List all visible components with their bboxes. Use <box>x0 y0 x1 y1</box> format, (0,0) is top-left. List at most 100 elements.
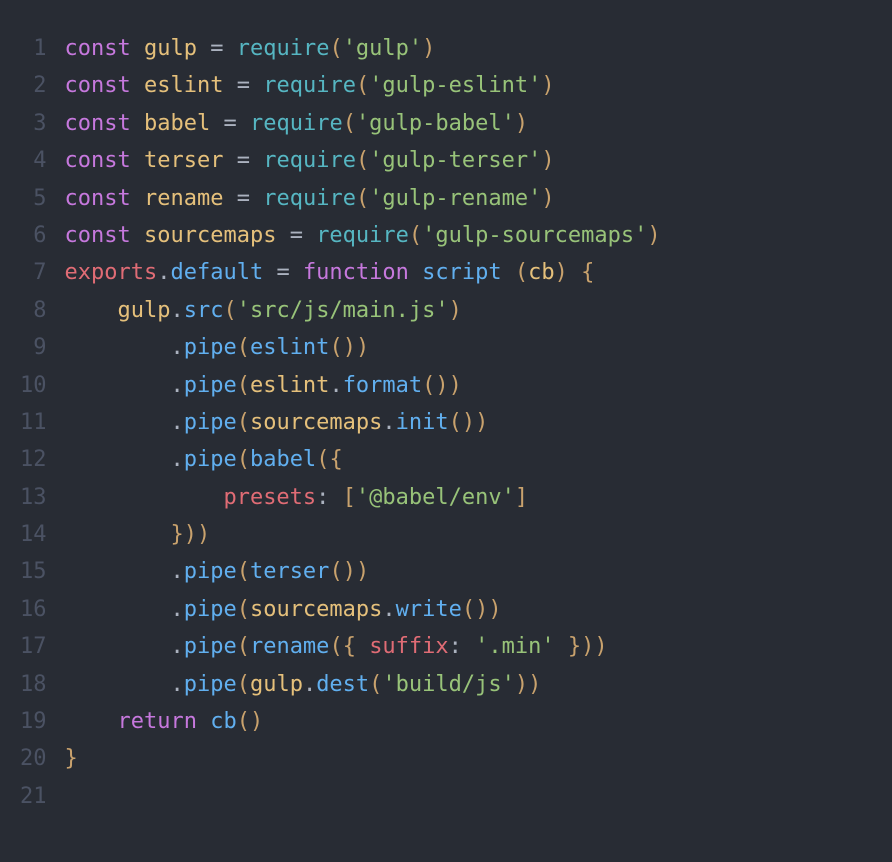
token-punct <box>250 73 263 98</box>
token-paren: ( <box>237 672 250 697</box>
code-line[interactable]: .pipe(sourcemaps.write()) <box>65 591 661 628</box>
token-punct <box>263 260 276 285</box>
token-punct <box>65 298 118 323</box>
token-punct <box>65 597 171 622</box>
code-line[interactable]: .pipe(rename({ suffix: '.min' })) <box>65 628 661 665</box>
code-line[interactable]: } <box>65 740 661 777</box>
code-line[interactable]: exports.default = function script (cb) { <box>65 254 661 291</box>
code-content[interactable]: const gulp = require('gulp')const eslint… <box>65 30 661 815</box>
token-punct <box>131 36 144 61</box>
token-var: terser <box>144 148 223 173</box>
token-paren: ) <box>184 522 197 547</box>
line-number: 21 <box>20 778 47 815</box>
token-kw: return <box>117 709 196 734</box>
token-op: = <box>290 223 303 248</box>
token-punct <box>131 148 144 173</box>
token-op: = <box>237 148 250 173</box>
code-line[interactable]: presets: ['@babel/env'] <box>65 479 661 516</box>
token-punct <box>223 73 236 98</box>
token-paren: ) <box>435 373 448 398</box>
token-punct <box>197 36 210 61</box>
line-number: 17 <box>20 628 47 665</box>
code-line[interactable]: .pipe(sourcemaps.init()) <box>65 404 661 441</box>
token-call: pipe <box>184 373 237 398</box>
token-punct: . <box>170 672 183 697</box>
token-paren: ) <box>515 111 528 136</box>
code-line[interactable]: const gulp = require('gulp') <box>65 30 661 67</box>
token-call: babel <box>250 447 316 472</box>
token-str: 'build/js' <box>382 672 514 697</box>
line-number: 20 <box>20 740 47 777</box>
code-line[interactable]: .pipe(gulp.dest('build/js')) <box>65 666 661 703</box>
token-punct <box>131 73 144 98</box>
token-punct: . <box>170 298 183 323</box>
token-call: pipe <box>184 447 237 472</box>
token-op: = <box>210 36 223 61</box>
line-number: 13 <box>20 479 47 516</box>
token-punct: . <box>329 373 342 398</box>
token-paren: ) <box>541 186 554 211</box>
code-line[interactable]: return cb() <box>65 703 661 740</box>
token-paren: ) <box>555 260 568 285</box>
token-call: dest <box>316 672 369 697</box>
token-var: sourcemaps <box>250 597 382 622</box>
code-editor[interactable]: 123456789101112131415161718192021 const … <box>20 30 872 815</box>
code-line[interactable]: .pipe(eslint.format()) <box>65 367 661 404</box>
code-line[interactable]: const rename = require('gulp-rename') <box>65 180 661 217</box>
token-punct <box>462 634 475 659</box>
code-line[interactable]: .pipe(eslint()) <box>65 329 661 366</box>
token-op: : <box>449 634 462 659</box>
token-punct <box>223 148 236 173</box>
line-number: 11 <box>20 404 47 441</box>
token-fn: require <box>263 73 356 98</box>
token-str: 'gulp-eslint' <box>369 73 541 98</box>
token-str: 'src/js/main.js' <box>237 298 449 323</box>
token-call: pipe <box>184 335 237 360</box>
token-paren: ( <box>329 335 342 360</box>
token-paren: ( <box>369 672 382 697</box>
token-punct <box>65 335 171 360</box>
code-line[interactable]: const eslint = require('gulp-eslint') <box>65 67 661 104</box>
line-number: 6 <box>20 217 47 254</box>
code-line[interactable]: const babel = require('gulp-babel') <box>65 105 661 142</box>
token-fn: require <box>263 186 356 211</box>
token-punct <box>555 634 568 659</box>
token-paren: ( <box>237 559 250 584</box>
token-call: script <box>422 260 501 285</box>
line-number: 18 <box>20 666 47 703</box>
token-fn: require <box>237 36 330 61</box>
token-punct: . <box>382 597 395 622</box>
token-punct: . <box>170 634 183 659</box>
token-punct <box>65 709 118 734</box>
token-paren: ) <box>528 672 541 697</box>
token-paren: } <box>170 522 183 547</box>
code-line[interactable]: .pipe(babel({ <box>65 441 661 478</box>
code-line[interactable]: const sourcemaps = require('gulp-sourcem… <box>65 217 661 254</box>
token-prop: exports <box>65 260 158 285</box>
code-line[interactable]: gulp.src('src/js/main.js') <box>65 292 661 329</box>
token-punct: . <box>382 410 395 435</box>
token-paren: ( <box>356 186 369 211</box>
token-kw: const <box>65 186 131 211</box>
token-kw: const <box>65 36 131 61</box>
token-paren: ) <box>250 709 263 734</box>
token-punct <box>65 634 171 659</box>
token-paren: ) <box>541 73 554 98</box>
token-var: eslint <box>144 73 223 98</box>
token-punct <box>223 186 236 211</box>
token-paren: ( <box>223 298 236 323</box>
token-str: 'gulp-rename' <box>369 186 541 211</box>
token-call: pipe <box>184 672 237 697</box>
token-punct <box>223 36 236 61</box>
token-kw: const <box>65 148 131 173</box>
token-call: pipe <box>184 410 237 435</box>
code-line[interactable]: .pipe(terser()) <box>65 553 661 590</box>
code-line[interactable]: const terser = require('gulp-terser') <box>65 142 661 179</box>
token-call: cb <box>210 709 237 734</box>
token-paren: ( <box>356 73 369 98</box>
token-paren: { <box>329 447 342 472</box>
token-punct <box>250 148 263 173</box>
token-fn: require <box>263 148 356 173</box>
code-line[interactable]: })) <box>65 516 661 553</box>
token-paren: ( <box>462 597 475 622</box>
